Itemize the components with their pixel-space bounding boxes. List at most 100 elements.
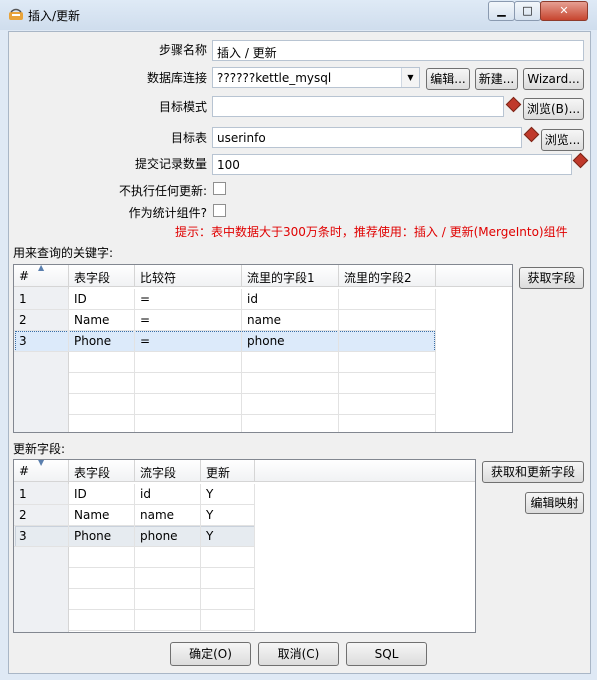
maximize-button[interactable]: □: [514, 1, 541, 21]
kettle-app-icon: [9, 8, 23, 20]
stream-field-cell[interactable]: id: [135, 484, 201, 505]
empty-cell[interactable]: [242, 394, 339, 415]
empty-cell[interactable]: [135, 352, 242, 373]
table-field-cell[interactable]: ID: [69, 484, 135, 505]
empty-cell[interactable]: [69, 352, 135, 373]
comparator-cell[interactable]: =: [135, 289, 242, 310]
stream-field-cell[interactable]: phone: [135, 526, 201, 547]
update-table: # ▼ 表字段 流字段 更新 1 ID id Y 2 Name name Y 3…: [13, 459, 476, 633]
update-flag-cell[interactable]: Y: [201, 484, 255, 505]
row-number[interactable]: 2: [14, 505, 69, 526]
step-name-label: 步骤名称: [158, 43, 207, 57]
row-number[interactable]: 3: [14, 331, 69, 352]
empty-cell[interactable]: [135, 589, 201, 610]
comparator-cell[interactable]: =: [135, 310, 242, 331]
new-connection-button[interactable]: 新建...: [475, 68, 518, 90]
column-header[interactable]: # ▲: [14, 265, 69, 287]
keys-section-label: 用来查询的关键字:: [13, 246, 114, 260]
stats-label: 作为统计组件?: [128, 206, 207, 220]
target-table-input[interactable]: userinfo: [212, 127, 522, 148]
get-fields-button[interactable]: 获取字段: [519, 267, 584, 289]
empty-cell[interactable]: [242, 415, 339, 432]
empty-cell[interactable]: [201, 589, 255, 610]
close-button[interactable]: ✕: [540, 1, 588, 21]
empty-cell[interactable]: [69, 373, 135, 394]
table-field-cell[interactable]: Name: [69, 310, 135, 331]
stream-field2-cell[interactable]: [339, 310, 436, 331]
browse-schema-button[interactable]: 浏览(B)...: [523, 98, 584, 120]
variable-icon: [505, 96, 522, 113]
empty-cell[interactable]: [201, 610, 255, 631]
empty-cell[interactable]: [135, 415, 242, 432]
comparator-cell[interactable]: =: [135, 331, 242, 352]
empty-cell[interactable]: [69, 394, 135, 415]
commit-size-input[interactable]: 100: [212, 154, 572, 175]
empty-cell[interactable]: [135, 394, 242, 415]
stats-checkbox[interactable]: [213, 204, 226, 217]
stream-field1-cell[interactable]: name: [242, 310, 339, 331]
row-number[interactable]: 3: [14, 526, 69, 547]
empty-cell[interactable]: [69, 547, 135, 568]
db-connection-select[interactable]: ??????kettle_mysql ▼: [212, 67, 420, 88]
commit-size-label: 提交记录数量: [134, 157, 207, 171]
ok-button[interactable]: 确定(O): [170, 642, 251, 666]
stream-field1-cell[interactable]: id: [242, 289, 339, 310]
column-header-filler: [255, 460, 475, 482]
empty-cell[interactable]: [242, 352, 339, 373]
edit-mapping-button[interactable]: 编辑映射: [525, 492, 584, 514]
row-number[interactable]: 1: [14, 484, 69, 505]
empty-cell[interactable]: [201, 568, 255, 589]
edit-connection-button[interactable]: 编辑...: [426, 68, 470, 90]
column-header[interactable]: 流里的字段1: [242, 265, 339, 287]
empty-cell[interactable]: [135, 547, 201, 568]
update-flag-cell[interactable]: Y: [201, 526, 255, 547]
empty-cell[interactable]: [69, 610, 135, 631]
column-header[interactable]: 比较符: [135, 265, 242, 287]
get-update-fields-button[interactable]: 获取和更新字段: [482, 461, 584, 483]
stream-field-cell[interactable]: name: [135, 505, 201, 526]
wizard-button[interactable]: Wizard...: [523, 68, 584, 90]
no-update-checkbox[interactable]: [213, 182, 226, 195]
stream-field2-cell[interactable]: [339, 331, 436, 352]
empty-cell[interactable]: [135, 610, 201, 631]
empty-cell[interactable]: [69, 589, 135, 610]
stream-field1-cell[interactable]: phone: [242, 331, 339, 352]
empty-cell[interactable]: [69, 568, 135, 589]
browse-table-button[interactable]: 浏览...: [541, 129, 584, 151]
window-title: 插入/更新: [28, 9, 81, 23]
empty-cell[interactable]: [339, 415, 436, 432]
chevron-down-icon[interactable]: ▼: [401, 68, 419, 87]
column-header-filler: [436, 265, 512, 287]
empty-cell[interactable]: [201, 547, 255, 568]
empty-cell[interactable]: [339, 373, 436, 394]
sql-button[interactable]: SQL: [346, 642, 427, 666]
update-flag-cell[interactable]: Y: [201, 505, 255, 526]
sort-caret-icon: ▲: [38, 264, 45, 272]
column-header[interactable]: 表字段: [69, 265, 135, 287]
empty-cell[interactable]: [339, 352, 436, 373]
table-field-cell[interactable]: ID: [69, 289, 135, 310]
column-header[interactable]: # ▼: [14, 460, 69, 482]
dialog-body: 步骤名称 插入 / 更新 数据库连接 ??????kettle_mysql ▼ …: [8, 31, 591, 674]
table-field-cell[interactable]: Phone: [69, 331, 135, 352]
row-number[interactable]: 2: [14, 310, 69, 331]
column-header[interactable]: 流里的字段2: [339, 265, 436, 287]
table-field-cell[interactable]: Name: [69, 505, 135, 526]
column-header[interactable]: 表字段: [69, 460, 135, 482]
empty-cell[interactable]: [135, 373, 242, 394]
step-name-input[interactable]: 插入 / 更新: [212, 40, 584, 61]
empty-cell[interactable]: [339, 394, 436, 415]
update-section-label: 更新字段:: [13, 442, 66, 456]
hint-text: 提示：表中数据大于300万条时，推荐使用：插入 / 更新(MergeInto)组…: [175, 225, 568, 239]
empty-cell[interactable]: [135, 568, 201, 589]
cancel-button[interactable]: 取消(C): [258, 642, 339, 666]
column-header[interactable]: 流字段: [135, 460, 201, 482]
empty-cell[interactable]: [242, 373, 339, 394]
empty-cell[interactable]: [69, 415, 135, 432]
minimize-button[interactable]: ▁: [488, 1, 515, 21]
target-schema-input[interactable]: [212, 96, 504, 117]
table-field-cell[interactable]: Phone: [69, 526, 135, 547]
row-number[interactable]: 1: [14, 289, 69, 310]
stream-field2-cell[interactable]: [339, 289, 436, 310]
column-header[interactable]: 更新: [201, 460, 255, 482]
